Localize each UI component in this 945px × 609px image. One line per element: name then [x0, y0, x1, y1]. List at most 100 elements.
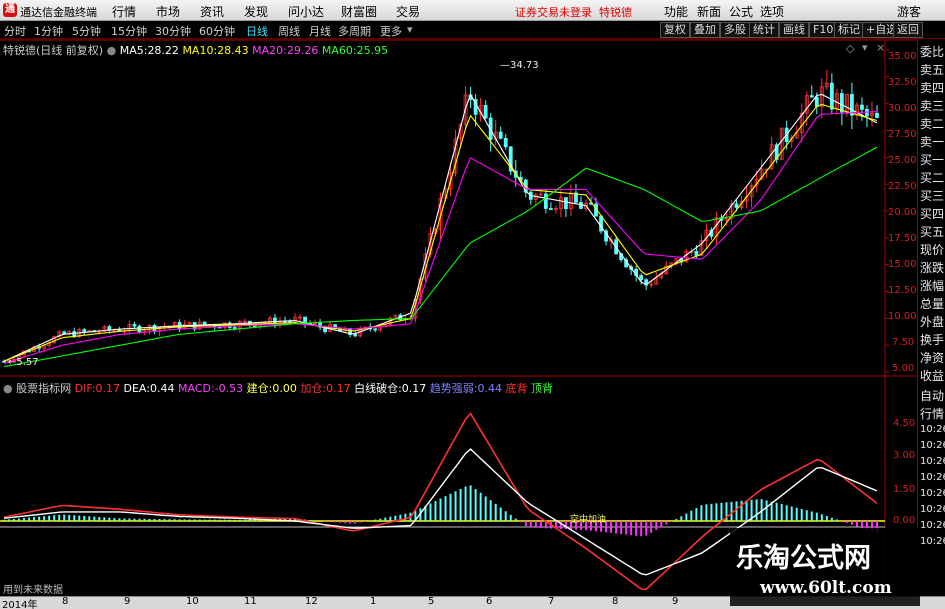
candle-body: [809, 95, 814, 98]
rp-market[interactable]: 行情: [920, 406, 944, 422]
macd-value: -0.53: [214, 382, 244, 395]
rp-sell4: 卖四: [920, 81, 945, 95]
add-label: 加仓:: [300, 382, 327, 395]
candle-body: [734, 203, 739, 208]
ma20-value: 29.26: [286, 44, 319, 57]
date-tick: 9: [124, 596, 131, 607]
watermark-url: www.60lt.com: [760, 578, 892, 598]
ma10-value: 28.43: [217, 44, 249, 57]
high-price-marker: —34.73: [500, 60, 539, 71]
candle-body: [860, 104, 864, 110]
ma10-label: MA10:: [182, 44, 218, 57]
tick-time: 10:26: [920, 488, 945, 499]
price-tick: 17.50: [888, 233, 917, 244]
rp-buy1: 买一: [920, 153, 945, 167]
date-tick: 1: [370, 596, 377, 607]
macd-label: MACD:: [177, 382, 215, 395]
price-tick: 32.50: [888, 77, 917, 88]
ma5-value: 28.22: [147, 44, 179, 57]
price-tick: 12.50: [888, 285, 917, 296]
date-tick: 8: [612, 596, 619, 607]
candle-body: [694, 250, 699, 256]
main-info-line: 特锐德(日线 前复权) ● MA5:28.22 MA10:28.43 MA20:…: [3, 42, 388, 58]
rp-turnover: 换手: [920, 333, 945, 347]
stock-label: 特锐德(日线 前复权): [3, 44, 104, 57]
candle-body: [548, 208, 553, 210]
ma5-label: MA5:: [119, 44, 148, 57]
rp-auto[interactable]: 自动: [920, 388, 944, 404]
bottom-divergence-label: 底背: [505, 382, 528, 395]
build-label: 建仓:: [246, 382, 273, 395]
menu-triangle-icon[interactable]: ▾: [862, 41, 868, 54]
ma60-value: 25.95: [356, 44, 389, 57]
price-tick: 25.00: [888, 155, 917, 166]
trend-value: 0.44: [477, 382, 503, 395]
candle-body: [483, 105, 488, 119]
rp-sell5: 卖五: [920, 63, 945, 77]
candle-body: [503, 137, 508, 148]
white-label: 白线破仓:: [354, 382, 402, 395]
candle-body: [839, 93, 844, 113]
low-price-marker: ←5.57: [8, 357, 39, 368]
rp-buy3: 买三: [920, 189, 945, 203]
tick-time: 10:26: [920, 472, 945, 483]
rp-price: 现价: [920, 243, 945, 257]
date-tick: 6: [486, 596, 493, 607]
candle-body: [82, 329, 87, 332]
rp-change: 涨跌: [920, 261, 945, 275]
candle-body: [132, 324, 137, 327]
price-tick: 7.50: [892, 337, 915, 348]
settings-dot-icon[interactable]: ●: [107, 44, 117, 57]
price-tick: 35.00: [888, 51, 917, 62]
diamond-icon[interactable]: ◇: [846, 42, 854, 55]
dif-value: 0.17: [95, 382, 121, 395]
rp-sell2: 卖二: [920, 117, 945, 131]
rp-volume: 总量: [920, 297, 945, 311]
candle-body: [498, 131, 503, 139]
candle-body: [875, 112, 879, 119]
candle-body: [543, 193, 548, 209]
tick-time: 10:26: [920, 456, 945, 467]
tick-time: 10:26: [920, 440, 945, 451]
indicator-settings-icon[interactable]: ●: [3, 382, 13, 395]
rp-outer: 外盘: [920, 315, 945, 329]
candle-body: [232, 327, 237, 329]
rp-weibi[interactable]: 委比: [920, 44, 944, 60]
build-value: 0.00: [272, 382, 297, 395]
tick-time: 10:26: [920, 520, 945, 531]
dea-label: DEA:: [123, 382, 150, 395]
price-tick: 30.00: [888, 103, 917, 114]
date-tick: 8: [62, 596, 69, 607]
rp-buy4: 买四: [920, 207, 945, 221]
date-tick: 12: [305, 596, 318, 607]
date-tick: 7: [548, 596, 555, 607]
rp-earnings: 收益: [920, 369, 945, 383]
kline-chart[interactable]: [0, 0, 945, 609]
candle-body: [564, 197, 568, 210]
close-chart-icon[interactable]: ×: [876, 41, 885, 54]
rp-sell3: 卖三: [920, 99, 945, 113]
rp-buy2: 买二: [920, 171, 945, 185]
candle-body: [829, 82, 834, 110]
tick-time: 10:26: [920, 424, 945, 435]
indicator-info-line: ● 股票指标网 DIF:0.17 DEA:0.44 MACD:-0.53 建仓:…: [3, 380, 553, 396]
dea-value: 0.44: [149, 382, 175, 395]
candle-body: [850, 94, 854, 116]
tick-time: 10:26: [920, 504, 945, 515]
status-text: 用到未来数据: [3, 585, 63, 596]
rp-change-pct: 涨幅: [920, 279, 945, 293]
tick-time: 10:26: [920, 536, 945, 547]
add-value: 0.17: [326, 382, 351, 395]
date-tick: 9: [672, 596, 679, 607]
date-tick: 10: [186, 596, 199, 607]
ma20-label: MA20:: [252, 44, 287, 57]
indicator-tick: 1.50: [893, 484, 916, 495]
indicator-tick: 0.00: [893, 515, 916, 526]
candle-body: [353, 334, 358, 337]
indicator-tick: 4.50: [893, 418, 916, 429]
indicator-name: 股票指标网: [16, 382, 72, 395]
price-tick: 15.00: [888, 259, 917, 270]
ma-line-ma60: [3, 146, 878, 368]
price-tick: 10.00: [888, 311, 917, 322]
price-tick: 20.00: [888, 207, 917, 218]
